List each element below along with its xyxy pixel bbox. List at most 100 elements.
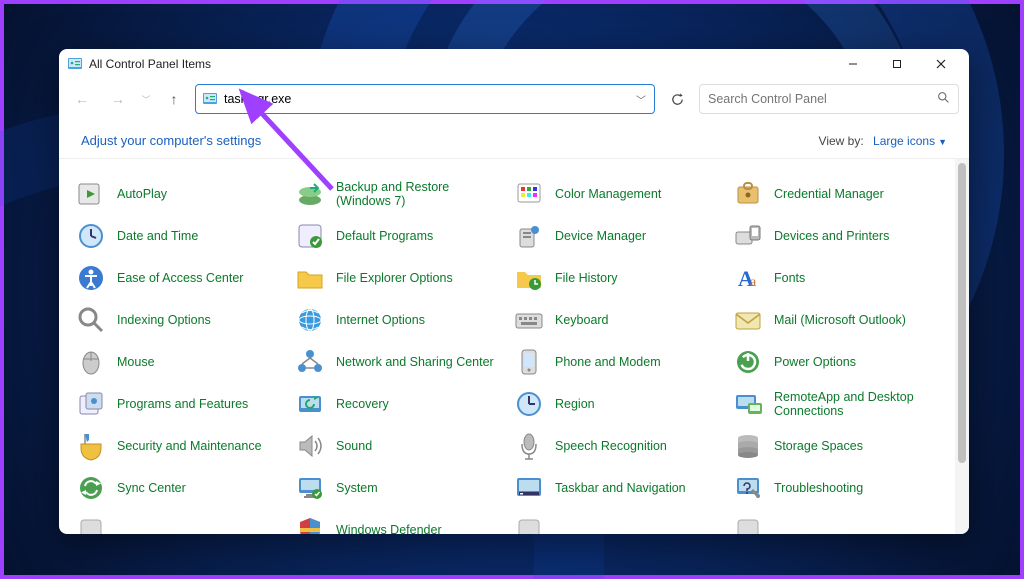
chevron-down-icon: ▼ <box>938 137 947 147</box>
cp-item-backup[interactable]: Backup and Restore (Windows 7) <box>290 173 505 215</box>
phone-icon <box>513 346 545 378</box>
network-icon <box>294 346 326 378</box>
control-panel-small-icon <box>202 91 218 107</box>
cp-item-folder[interactable]: File Explorer Options <box>290 257 505 299</box>
view-by-dropdown[interactable]: Large icons▼ <box>873 134 947 148</box>
cp-item-generic[interactable] <box>509 509 724 534</box>
cp-item-programs[interactable]: Programs and Features <box>71 383 286 425</box>
cp-item-label: Ease of Access Center <box>117 271 243 285</box>
cp-item-label: Sound <box>336 439 372 453</box>
taskbar-icon <box>513 472 545 504</box>
region-icon <box>513 388 545 420</box>
cp-item-label: Recovery <box>336 397 389 411</box>
cp-item-label: File Explorer Options <box>336 271 453 285</box>
back-button[interactable]: ← <box>67 84 97 114</box>
window-title: All Control Panel Items <box>89 57 211 71</box>
cp-item-indexing[interactable]: Indexing Options <box>71 299 286 341</box>
cp-item-label: File History <box>555 271 618 285</box>
cp-item-sound[interactable]: Sound <box>290 425 505 467</box>
scrollbar-thumb[interactable] <box>958 163 966 463</box>
cp-item-mouse[interactable]: Mouse <box>71 341 286 383</box>
cp-item-generic[interactable] <box>71 509 286 534</box>
cp-item-label: Network and Sharing Center <box>336 355 494 369</box>
cp-item-defaults[interactable]: Default Programs <box>290 215 505 257</box>
up-button[interactable]: ↑ <box>159 84 189 114</box>
autoplay-icon <box>75 178 107 210</box>
cp-item-label: Windows Defender <box>336 523 442 534</box>
address-dropdown-icon[interactable]: ﹀ <box>634 92 648 107</box>
cp-item-system[interactable]: System <box>290 467 505 509</box>
maximize-button[interactable] <box>875 49 919 79</box>
internet-icon <box>294 304 326 336</box>
cp-item-internet[interactable]: Internet Options <box>290 299 505 341</box>
programs-icon <box>75 388 107 420</box>
address-bar[interactable]: ﹀ <box>195 84 655 114</box>
cp-item-autoplay[interactable]: AutoPlay <box>71 173 286 215</box>
navbar: ← → ﹀ ↑ ﹀ <box>59 79 969 119</box>
cp-item-label: Troubleshooting <box>774 481 863 495</box>
cp-item-color[interactable]: Color Management <box>509 173 724 215</box>
cp-item-clock[interactable]: Date and Time <box>71 215 286 257</box>
system-icon <box>294 472 326 504</box>
cp-item-devicemgr[interactable]: Device Manager <box>509 215 724 257</box>
cp-item-credential[interactable]: Credential Manager <box>728 173 943 215</box>
cp-item-label: Region <box>555 397 595 411</box>
recent-dropdown[interactable]: ﹀ <box>139 84 153 114</box>
cp-item-region[interactable]: Region <box>509 383 724 425</box>
address-input[interactable] <box>224 92 634 106</box>
cp-item-label: Backup and Restore (Windows 7) <box>336 180 501 209</box>
subheader: Adjust your computer's settings View by:… <box>59 119 969 159</box>
security-icon <box>75 430 107 462</box>
defaults-icon <box>294 220 326 252</box>
cp-item-fonts[interactable]: AaFonts <box>728 257 943 299</box>
cp-item-label: System <box>336 481 378 495</box>
cp-item-label: Color Management <box>555 187 661 201</box>
minimize-button[interactable] <box>831 49 875 79</box>
cp-item-label: Devices and Printers <box>774 229 889 243</box>
remoteapp-icon <box>732 388 764 420</box>
scrollbar[interactable] <box>955 159 969 534</box>
storage-icon <box>732 430 764 462</box>
cp-item-label: Speech Recognition <box>555 439 667 453</box>
svg-text:a: a <box>750 275 757 290</box>
cp-item-phone[interactable]: Phone and Modem <box>509 341 724 383</box>
cp-item-storage[interactable]: Storage Spaces <box>728 425 943 467</box>
cp-item-ease[interactable]: Ease of Access Center <box>71 257 286 299</box>
forward-button[interactable]: → <box>103 84 133 114</box>
cp-item-label: Date and Time <box>117 229 198 243</box>
cp-item-taskbar[interactable]: Taskbar and Navigation <box>509 467 724 509</box>
backup-icon <box>294 178 326 210</box>
cp-item-troubleshoot[interactable]: Troubleshooting <box>728 467 943 509</box>
cp-item-speech[interactable]: Speech Recognition <box>509 425 724 467</box>
cp-item-defender[interactable]: Windows Defender <box>290 509 505 534</box>
cp-item-devices[interactable]: Devices and Printers <box>728 215 943 257</box>
sync-icon <box>75 472 107 504</box>
power-icon <box>732 346 764 378</box>
cp-item-recovery[interactable]: Recovery <box>290 383 505 425</box>
search-box[interactable] <box>699 84 959 114</box>
cp-item-generic[interactable] <box>728 509 943 534</box>
cp-item-network[interactable]: Network and Sharing Center <box>290 341 505 383</box>
cp-item-power[interactable]: Power Options <box>728 341 943 383</box>
cp-item-sync[interactable]: Sync Center <box>71 467 286 509</box>
cp-item-keyboard[interactable]: Keyboard <box>509 299 724 341</box>
cp-item-label: Storage Spaces <box>774 439 863 453</box>
defender-icon <box>294 514 326 534</box>
filehistory-icon <box>513 262 545 294</box>
clock-icon <box>75 220 107 252</box>
cp-item-mail[interactable]: Mail (Microsoft Outlook) <box>728 299 943 341</box>
refresh-button[interactable] <box>661 92 693 107</box>
cp-item-label: Default Programs <box>336 229 433 243</box>
cp-item-filehistory[interactable]: File History <box>509 257 724 299</box>
devicemgr-icon <box>513 220 545 252</box>
cp-item-label: Power Options <box>774 355 856 369</box>
generic-icon <box>513 514 545 534</box>
cp-item-security[interactable]: Security and Maintenance <box>71 425 286 467</box>
cp-item-label: Keyboard <box>555 313 609 327</box>
search-input[interactable] <box>708 92 937 106</box>
cp-item-remoteapp[interactable]: RemoteApp and Desktop Connections <box>728 383 943 425</box>
close-button[interactable] <box>919 49 963 79</box>
mail-icon <box>732 304 764 336</box>
cp-item-label: Mouse <box>117 355 155 369</box>
view-by: View by: Large icons▼ <box>819 134 947 148</box>
